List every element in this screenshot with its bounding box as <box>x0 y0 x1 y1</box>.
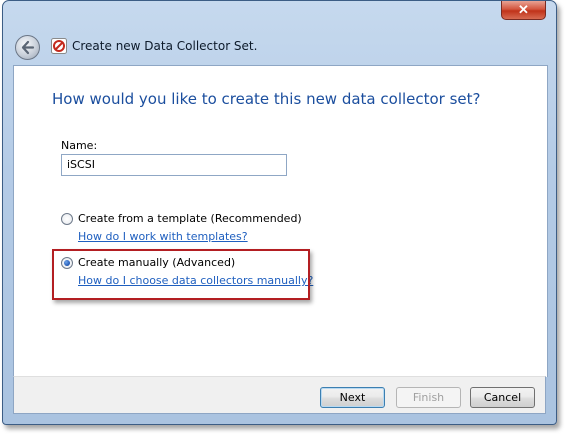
back-arrow-icon <box>21 40 35 55</box>
back-button[interactable] <box>15 35 40 60</box>
wizard-content: How would you like to create this new da… <box>13 65 548 377</box>
name-label: Name: <box>61 139 98 152</box>
highlight-annotation <box>52 249 310 300</box>
templates-help-link[interactable]: How do I work with templates? <box>78 230 248 243</box>
page-heading: How would you like to create this new da… <box>52 90 481 108</box>
cancel-button[interactable]: Cancel <box>470 387 535 408</box>
finish-button[interactable]: Finish <box>396 387 461 408</box>
name-input[interactable]: iSCSI <box>61 154 287 176</box>
template-option-label[interactable]: Create from a template (Recommended) <box>78 212 302 225</box>
wizard-footer: Next Finish Cancel <box>13 376 546 414</box>
template-radio[interactable] <box>61 213 73 225</box>
window-title: Create new Data Collector Set. <box>72 39 258 53</box>
next-button[interactable]: Next <box>320 387 385 408</box>
dialog-window: ✕ Create new Data Collector Set. How wou… <box>2 0 557 425</box>
close-button[interactable]: ✕ <box>501 1 546 20</box>
performance-monitor-icon <box>51 38 67 54</box>
